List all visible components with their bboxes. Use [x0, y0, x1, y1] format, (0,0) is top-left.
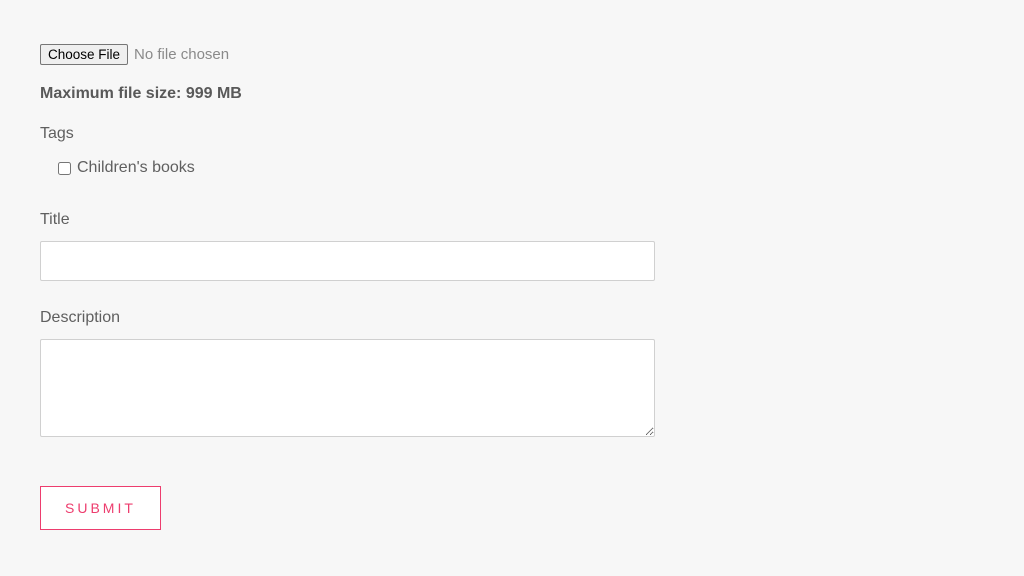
- title-label: Title: [40, 211, 984, 229]
- tag-label: Children's books: [77, 159, 195, 177]
- choose-file-button[interactable]: Choose File: [40, 44, 128, 65]
- file-status-text: No file chosen: [134, 46, 229, 63]
- tags-heading: Tags: [40, 125, 984, 143]
- description-label: Description: [40, 309, 984, 327]
- max-file-size-text: Maximum file size: 999 MB: [40, 85, 984, 103]
- submit-button[interactable]: SUBMIT: [40, 486, 161, 530]
- description-field-block: Description: [40, 309, 984, 442]
- title-field-block: Title: [40, 211, 984, 281]
- file-input-row: Choose File No file chosen: [40, 44, 984, 65]
- tag-item: Children's books: [40, 159, 984, 177]
- description-input[interactable]: [40, 339, 655, 437]
- tag-checkbox-childrens-books[interactable]: [58, 162, 71, 175]
- title-input[interactable]: [40, 241, 655, 281]
